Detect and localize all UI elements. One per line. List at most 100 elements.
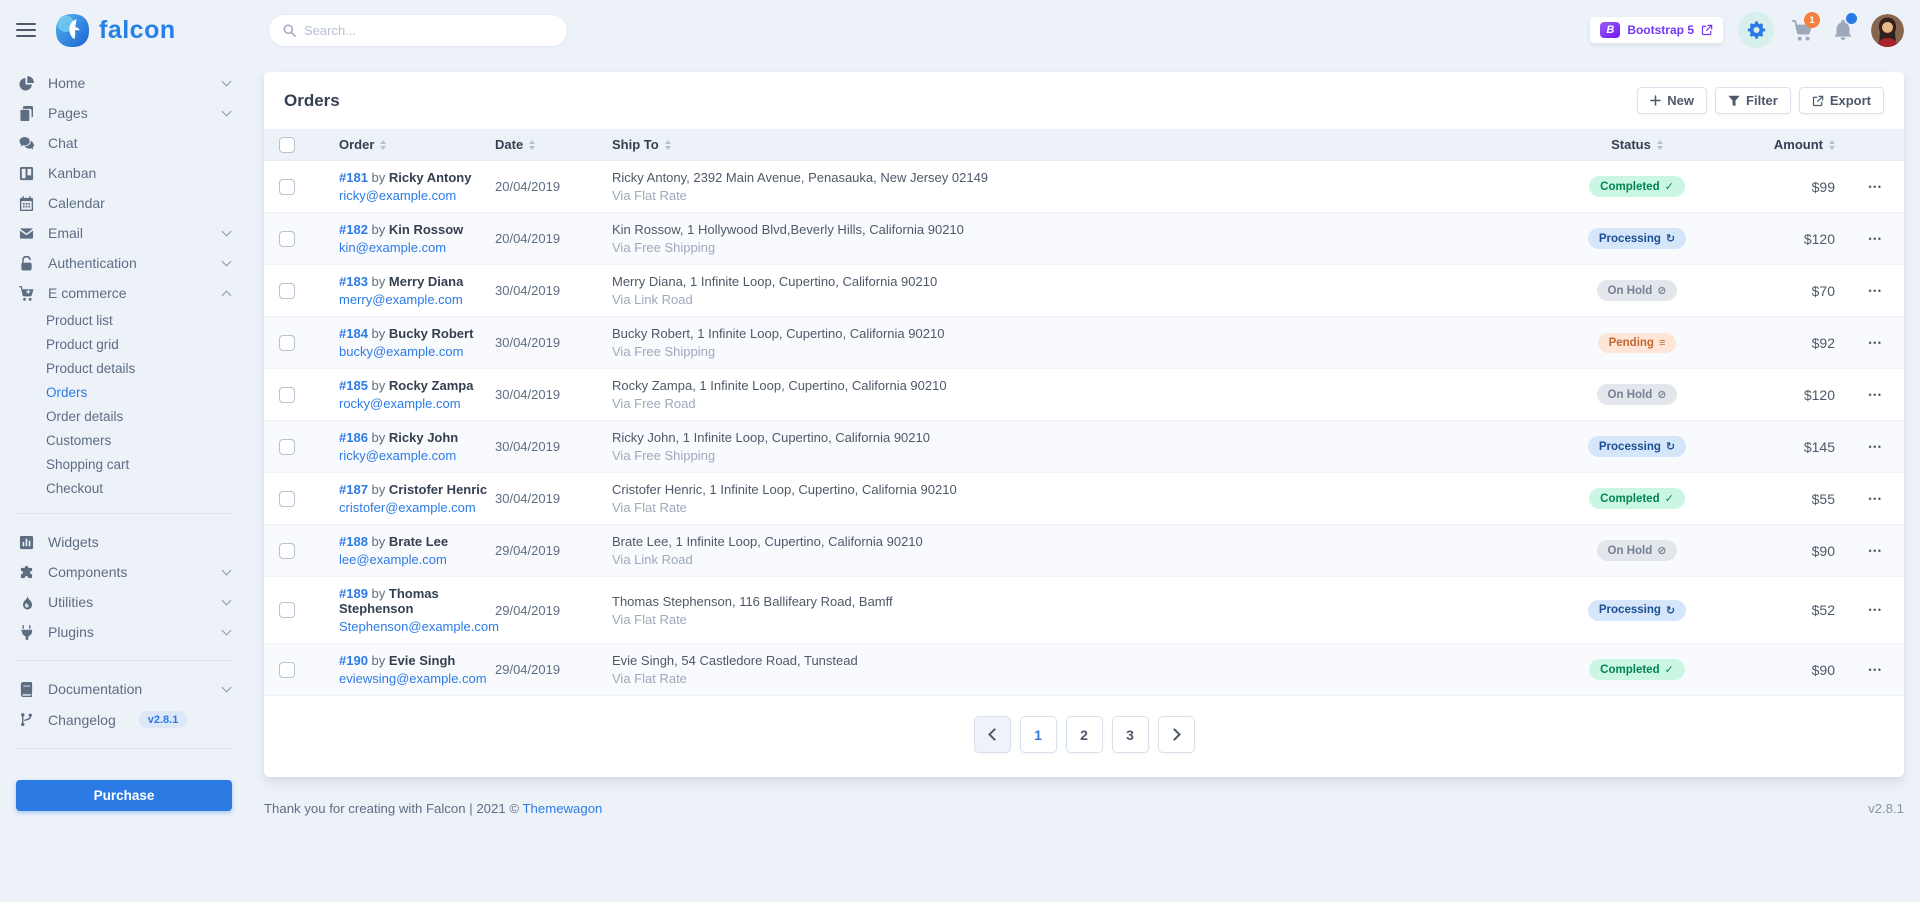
row-checkbox[interactable] (279, 179, 295, 195)
ship-address: Evie Singh, 54 Castledore Road, Tunstead (612, 653, 858, 668)
sidebar-subitem[interactable]: Checkout (16, 476, 232, 500)
row-checkbox[interactable] (279, 231, 295, 247)
customer-email-link[interactable]: eviewsing@example.com (339, 671, 487, 686)
customer-email-link[interactable]: rocky@example.com (339, 396, 461, 411)
row-actions-button[interactable]: ••• (1869, 494, 1883, 504)
brand-name: falcon (99, 16, 176, 45)
themewagon-link[interactable]: Themewagon (522, 801, 602, 816)
hamburger-menu-button[interactable] (16, 17, 38, 43)
sidebar-item[interactable]: Changelog v2.8.1 (16, 704, 232, 735)
customer-email-link[interactable]: Stephenson@example.com (339, 619, 499, 634)
order-id-link[interactable]: #183 (339, 274, 368, 289)
customer-email-link[interactable]: kin@example.com (339, 240, 446, 255)
select-all-checkbox[interactable] (279, 137, 295, 153)
ship-method: Via Free Shipping (612, 344, 715, 359)
search-input[interactable] (304, 23, 553, 38)
row-checkbox[interactable] (279, 662, 295, 678)
row-actions-button[interactable]: ••• (1869, 390, 1883, 400)
pagination-page-2[interactable]: 2 (1066, 716, 1103, 753)
sidebar-item[interactable]: Calendar (16, 188, 232, 218)
sidebar-item[interactable]: Pages (16, 98, 232, 128)
row-checkbox[interactable] (279, 602, 295, 618)
sidebar-item[interactable]: Widgets (16, 527, 232, 557)
pagination-prev-button[interactable] (974, 716, 1011, 753)
sidebar-item[interactable]: Chat (16, 128, 232, 158)
sidebar-item-label: Home (48, 75, 85, 91)
row-checkbox[interactable] (279, 491, 295, 507)
search-box[interactable] (268, 14, 568, 47)
order-id-link[interactable]: #181 (339, 170, 368, 185)
sidebar-item[interactable]: E commerce (16, 278, 232, 308)
sidebar-subitem[interactable]: Shopping cart (16, 452, 232, 476)
footer-thanks: Thank you for creating with Falcon | 202… (264, 801, 522, 816)
customer-email-link[interactable]: merry@example.com (339, 292, 463, 307)
sidebar-subitem[interactable]: Orders (16, 380, 232, 404)
row-checkbox[interactable] (279, 335, 295, 351)
pagination-page-1[interactable]: 1 (1020, 716, 1057, 753)
row-actions-button[interactable]: ••• (1869, 442, 1883, 452)
row-actions-button[interactable]: ••• (1869, 605, 1883, 615)
sidebar-subitem[interactable]: Product details (16, 356, 232, 380)
pagination-next-button[interactable] (1158, 716, 1195, 753)
sidebar-item[interactable]: Documentation (16, 674, 232, 704)
order-id-link[interactable]: #188 (339, 534, 368, 549)
customer-email-link[interactable]: ricky@example.com (339, 448, 456, 463)
sidebar-subitem[interactable]: Product grid (16, 332, 232, 356)
action-button[interactable]: New (1637, 87, 1707, 114)
table-row: #181 by Ricky Antony ricky@example.com 2… (264, 161, 1904, 213)
order-id-link[interactable]: #187 (339, 482, 368, 497)
row-checkbox[interactable] (279, 283, 295, 299)
sidebar-item[interactable]: Components (16, 557, 232, 587)
pagination-page-3[interactable]: 3 (1112, 716, 1149, 753)
sidebar-item[interactable]: Email (16, 218, 232, 248)
sidebar-item[interactable]: Kanban (16, 158, 232, 188)
column-header-shipto[interactable]: Ship To (604, 129, 1537, 160)
order-id-link[interactable]: #182 (339, 222, 368, 237)
row-actions-button[interactable]: ••• (1869, 546, 1883, 556)
order-id-link[interactable]: #185 (339, 378, 368, 393)
customer-email-link[interactable]: cristofer@example.com (339, 500, 476, 515)
row-actions-button[interactable]: ••• (1869, 338, 1883, 348)
calendar-icon (18, 196, 35, 211)
row-actions-button[interactable]: ••• (1869, 234, 1883, 244)
sidebar-item[interactable]: Plugins (16, 617, 232, 647)
order-id-link[interactable]: #189 (339, 586, 368, 601)
row-checkbox[interactable] (279, 387, 295, 403)
column-header-amount[interactable]: Amount (1737, 129, 1847, 160)
order-id-link[interactable]: #190 (339, 653, 368, 668)
row-checkbox[interactable] (279, 439, 295, 455)
sidebar-item[interactable]: Authentication (16, 248, 232, 278)
column-header-status[interactable]: Status (1537, 129, 1737, 160)
sidebar-item[interactable]: Home (16, 68, 232, 98)
cart-button[interactable]: 1 (1789, 15, 1815, 45)
order-id-link[interactable]: #184 (339, 326, 368, 341)
settings-gear-button[interactable] (1738, 12, 1774, 48)
customer-email-link[interactable]: bucky@example.com (339, 344, 463, 359)
row-actions-button[interactable]: ••• (1869, 286, 1883, 296)
falcon-logo[interactable]: falcon (54, 12, 176, 49)
purchase-button[interactable]: Purchase (16, 780, 232, 811)
ship-method: Via Free Shipping (612, 448, 715, 463)
action-button[interactable]: Export (1799, 87, 1884, 114)
chevron-icon (222, 566, 232, 576)
sidebar-item[interactable]: Utilities (16, 587, 232, 617)
footer-version: v2.8.1 (1868, 801, 1904, 816)
sidebar-subitem[interactable]: Customers (16, 428, 232, 452)
bootstrap5-link[interactable]: B Bootstrap 5 (1590, 17, 1723, 43)
notifications-button[interactable] (1830, 15, 1856, 45)
customer-email-link[interactable]: lee@example.com (339, 552, 447, 567)
column-header-order[interactable]: Order (324, 129, 489, 160)
user-avatar[interactable] (1871, 14, 1904, 47)
poll-icon (18, 535, 35, 550)
sidebar-subitem[interactable]: Order details (16, 404, 232, 428)
row-checkbox[interactable] (279, 543, 295, 559)
column-header-date[interactable]: Date (489, 129, 604, 160)
sidebar-subitem[interactable]: Product list (16, 308, 232, 332)
ban-icon: ⊘ (1657, 388, 1666, 401)
row-actions-button[interactable]: ••• (1869, 182, 1883, 192)
order-id-link[interactable]: #186 (339, 430, 368, 445)
customer-email-link[interactable]: ricky@example.com (339, 188, 456, 203)
row-actions-button[interactable]: ••• (1869, 665, 1883, 675)
action-button[interactable]: Filter (1715, 87, 1791, 114)
order-amount: $55 (1737, 491, 1847, 507)
